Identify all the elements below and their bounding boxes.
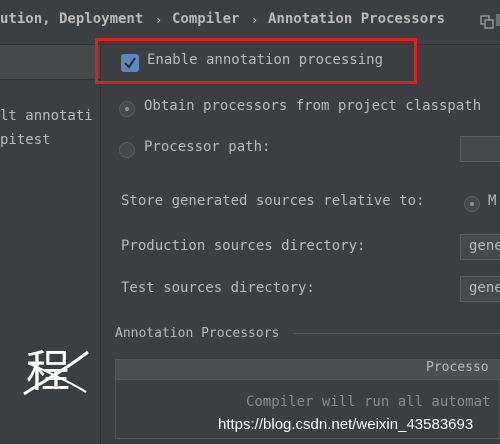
store-relative-module-radio[interactable] <box>464 196 480 212</box>
obtain-from-classpath-label[interactable]: Obtain processors from project classpath <box>144 98 481 114</box>
test-sources-directory-input[interactable]: gene <box>460 276 500 302</box>
production-sources-directory-label: Production sources directory: <box>121 238 366 254</box>
breadcrumb-item-annotation-processors: Annotation Processors <box>268 11 446 27</box>
project-settings-icon <box>480 14 494 33</box>
highlight-annotation-box <box>95 38 417 84</box>
project-settings-icon-secondary <box>496 14 500 26</box>
section-divider <box>293 333 500 334</box>
table-empty-text: Compiler will run all automat <box>246 394 491 410</box>
settings-search-field[interactable] <box>0 45 100 80</box>
breadcrumb-separator-icon: › <box>251 13 259 27</box>
production-sources-directory-input[interactable]: gene <box>460 234 500 260</box>
tree-item-pitest[interactable]: pitest <box>0 132 51 148</box>
watermark-logo: 程 <box>22 342 92 402</box>
breadcrumb-item-build-execution-deployment[interactable]: ution, Deployment <box>0 11 143 27</box>
table-header: Processo <box>116 360 500 380</box>
store-relative-module-label[interactable]: M <box>488 193 496 209</box>
test-sources-directory-label: Test sources directory: <box>121 280 315 296</box>
tree-item-default-annotation[interactable]: lt annotati <box>0 108 93 124</box>
store-generated-sources-label: Store generated sources relative to: <box>121 193 425 209</box>
obtain-from-classpath-radio[interactable] <box>119 101 135 117</box>
annotation-processors-section-title: Annotation Processors <box>115 326 280 341</box>
column-header-processor[interactable]: Processo <box>426 360 489 375</box>
processor-path-label[interactable]: Processor path: <box>144 139 270 155</box>
processor-path-radio[interactable] <box>119 142 135 158</box>
breadcrumb-separator-icon: › <box>155 13 163 27</box>
watermark-url: https://blog.csdn.net/weixin_43583693 <box>218 416 474 433</box>
processor-path-input[interactable] <box>460 136 500 162</box>
breadcrumb-item-compiler[interactable]: Compiler <box>172 11 239 27</box>
